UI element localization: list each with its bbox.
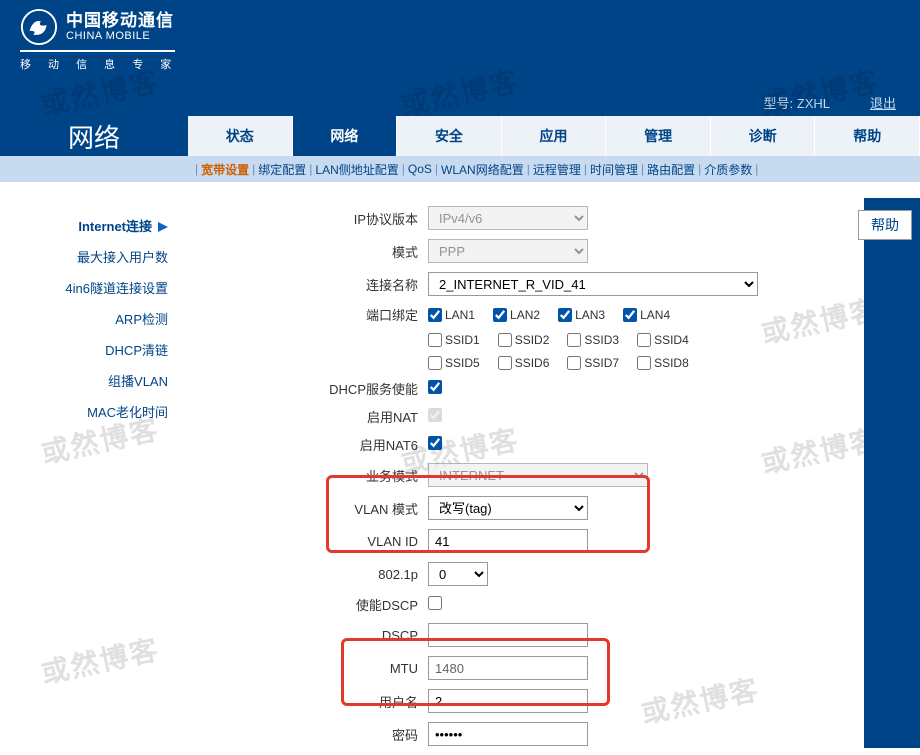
subnav-remote[interactable]: 远程管理 [533,161,581,178]
input-password[interactable] [428,722,588,746]
cb-ssid6[interactable]: SSID6 [498,356,550,370]
header-banner: 中国移动通信 CHINA MOBILE 移 动 信 息 专 家 [0,0,920,88]
tab-security[interactable]: 安全 [397,116,502,156]
subnav-wlan[interactable]: WLAN网络配置 [441,161,524,178]
sidebar-item-maxuser[interactable]: 最大接入用户数 [0,241,176,272]
brand-logo: 中国移动通信 CHINA MOBILE [20,8,900,46]
cb-ssid5[interactable]: SSID5 [428,356,480,370]
input-dscp[interactable] [428,623,588,647]
sidebar-item-macage[interactable]: MAC老化时间 [0,396,176,427]
brand-slogan: 移 动 信 息 专 家 [20,56,900,72]
sub-nav: | 宽带设置| 绑定配置| LAN侧地址配置| QoS| WLAN网络配置| 远… [0,156,920,182]
help-button[interactable]: 帮助 [858,210,912,240]
brand-name-en: CHINA MOBILE [66,30,174,42]
subnav-lan[interactable]: LAN侧地址配置 [315,161,398,178]
cb-lan2[interactable]: LAN2 [493,308,540,322]
select-mode[interactable]: PPP [428,239,588,263]
tab-manage[interactable]: 管理 [606,116,711,156]
label-vlanid: VLAN ID [188,534,428,549]
sidebar-item-mvlan[interactable]: 组播VLAN [0,365,176,396]
sidebar-item-tunnel[interactable]: 4in6隧道连接设置 [0,272,176,303]
logout-link[interactable]: 退出 [870,93,896,112]
select-dot1p[interactable]: 0 [428,562,488,586]
page-title: 网络 [0,116,188,156]
label-user: 用户名 [188,692,428,711]
cb-lan1[interactable]: LAN1 [428,308,475,322]
cb-nat6[interactable] [428,436,442,450]
cb-ssid4[interactable]: SSID4 [637,333,689,347]
subnav-time[interactable]: 时间管理 [590,161,638,178]
subnav-bind[interactable]: 绑定配置 [258,161,306,178]
label-pass: 密码 [188,725,428,744]
brand-name-cn: 中国移动通信 [66,12,174,31]
label-nat: 启用NAT [188,407,428,426]
model-info: 型号: ZXHL [764,93,830,112]
label-portbind: 端口绑定 [188,305,428,324]
label-nat6: 启用NAT6 [188,435,428,454]
select-biz[interactable]: INTERNET [428,463,648,487]
subnav-broadband[interactable]: 宽带设置 [201,161,249,178]
subnav-route[interactable]: 路由配置 [647,161,695,178]
sidebar-item-internet[interactable]: Internet连接 [0,210,176,241]
label-mode: 模式 [188,242,428,261]
input-vlanid[interactable] [428,529,588,553]
tab-app[interactable]: 应用 [502,116,607,156]
cb-lan4[interactable]: LAN4 [623,308,670,322]
subnav-qos[interactable]: QoS [408,162,432,176]
content-panel: 帮助 IP协议版本 IPv4/v6 模式 PPP 连接名称 2_INTERNET… [188,182,920,755]
cb-dhcp-enable[interactable] [428,380,442,394]
label-vlanmode: VLAN 模式 [188,499,428,518]
select-vlanmode[interactable]: 改写(tag) [428,496,588,520]
tab-network[interactable]: 网络 [293,116,398,156]
cb-lan3[interactable]: LAN3 [558,308,605,322]
label-mtu: MTU [188,661,428,676]
label-dhcp-en: DHCP服务使能 [188,379,428,398]
subnav-media[interactable]: 介质参数 [704,161,752,178]
cb-dscp-en[interactable] [428,596,442,610]
cb-nat[interactable] [428,408,442,422]
sidebar-item-arp[interactable]: ARP检测 [0,303,176,334]
label-ipver: IP协议版本 [188,209,428,228]
tab-help[interactable]: 帮助 [815,116,920,156]
label-dscp: DSCP [188,628,428,643]
label-dscp-en: 使能DSCP [188,595,428,614]
cb-ssid8[interactable]: SSID8 [637,356,689,370]
cb-ssid3[interactable]: SSID3 [567,333,619,347]
sidebar: Internet连接 最大接入用户数 4in6隧道连接设置 ARP检测 DHCP… [0,182,188,755]
china-mobile-icon [20,8,58,46]
cb-ssid1[interactable]: SSID1 [428,333,480,347]
input-username[interactable] [428,689,588,713]
info-bar: 型号: ZXHL 退出 [0,88,920,116]
tab-diag[interactable]: 诊断 [711,116,816,156]
select-connection[interactable]: 2_INTERNET_R_VID_41 [428,272,758,296]
nav-tabs: 状态 网络 安全 应用 管理 诊断 帮助 [188,116,920,156]
label-biz: 业务模式 [188,466,428,485]
label-conn: 连接名称 [188,275,428,294]
sidebar-item-dhcp[interactable]: DHCP清链 [0,334,176,365]
main-nav: 网络 状态 网络 安全 应用 管理 诊断 帮助 [0,116,920,156]
cb-ssid2[interactable]: SSID2 [498,333,550,347]
input-mtu[interactable] [428,656,588,680]
tab-status[interactable]: 状态 [188,116,293,156]
cb-ssid7[interactable]: SSID7 [567,356,619,370]
label-dot1p: 802.1p [188,567,428,582]
select-ipver[interactable]: IPv4/v6 [428,206,588,230]
